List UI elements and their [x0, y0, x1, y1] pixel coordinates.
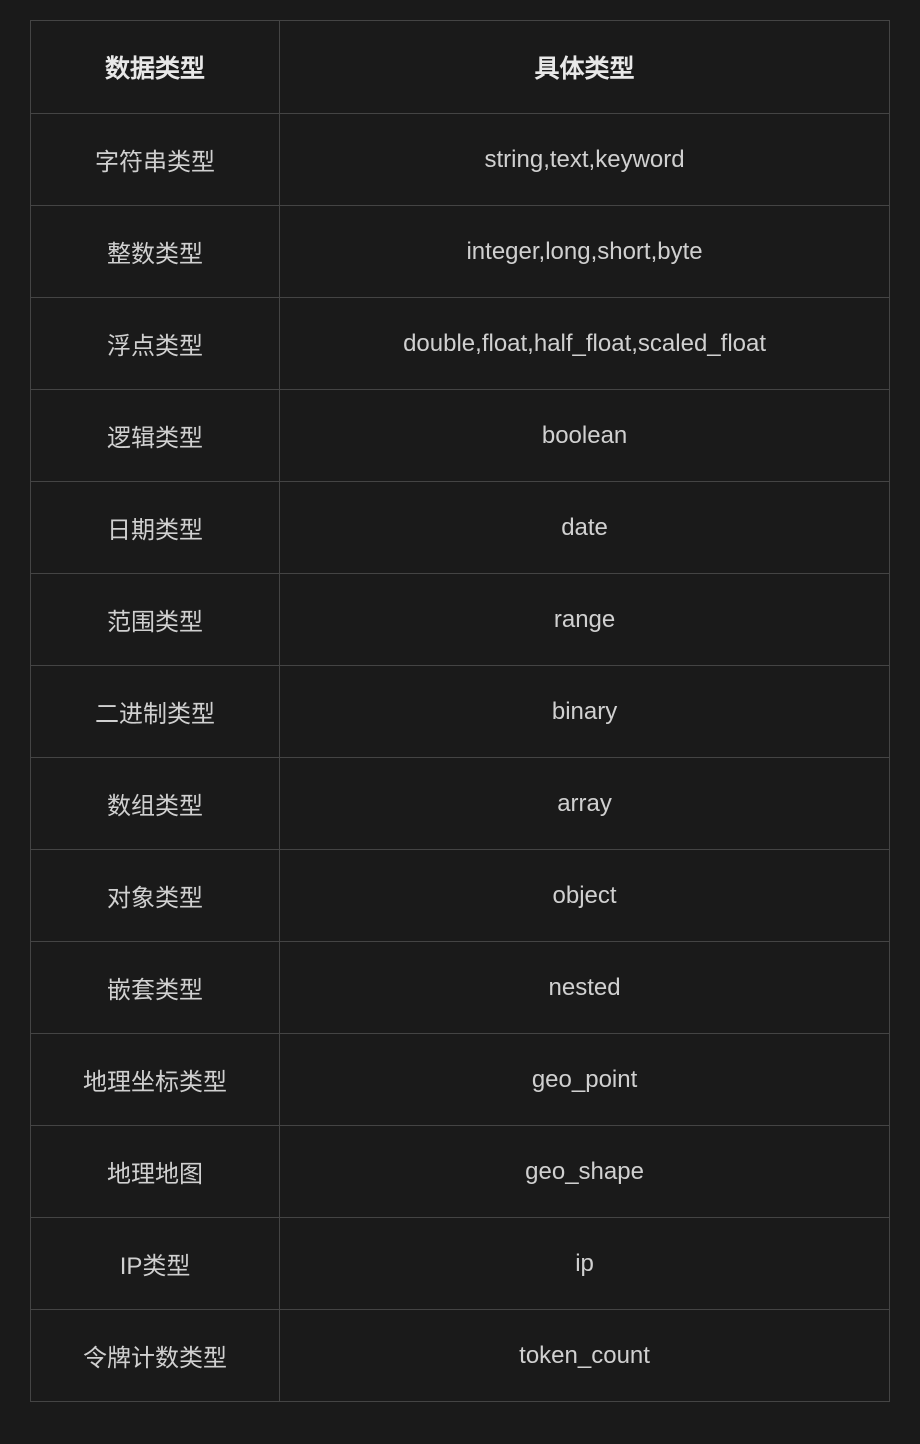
cell-types: integer,long,short,byte [280, 206, 890, 298]
data-types-table-container: 数据类型 具体类型 字符串类型 string,text,keyword 整数类型… [30, 20, 890, 1424]
cell-types: date [280, 482, 890, 574]
cell-types: array [280, 758, 890, 850]
cell-category: 嵌套类型 [31, 942, 280, 1034]
cell-types: binary [280, 666, 890, 758]
cell-types: token_count [280, 1310, 890, 1402]
table-row: IP类型 ip [31, 1218, 890, 1310]
header-data-type: 数据类型 [31, 21, 280, 114]
cell-category: 逻辑类型 [31, 390, 280, 482]
table-header: 数据类型 具体类型 [31, 21, 890, 114]
cell-types: object [280, 850, 890, 942]
cell-category: 数组类型 [31, 758, 280, 850]
table-row: 浮点类型 double,float,half_float,scaled_floa… [31, 298, 890, 390]
cell-category: 整数类型 [31, 206, 280, 298]
header-specific-type: 具体类型 [280, 21, 890, 114]
cell-types: range [280, 574, 890, 666]
table-row: 日期类型 date [31, 482, 890, 574]
cell-category: 地理坐标类型 [31, 1034, 280, 1126]
table-row: 嵌套类型 nested [31, 942, 890, 1034]
cell-types: geo_shape [280, 1126, 890, 1218]
table-header-row: 数据类型 具体类型 [31, 21, 890, 114]
cell-category: 字符串类型 [31, 114, 280, 206]
table-row: 整数类型 integer,long,short,byte [31, 206, 890, 298]
table-row: 二进制类型 binary [31, 666, 890, 758]
table-row: 逻辑类型 boolean [31, 390, 890, 482]
table-row: 对象类型 object [31, 850, 890, 942]
cell-types: geo_point [280, 1034, 890, 1126]
cell-types: boolean [280, 390, 890, 482]
cell-types: ip [280, 1218, 890, 1310]
data-types-table: 数据类型 具体类型 字符串类型 string,text,keyword 整数类型… [30, 20, 890, 1402]
cell-category: 浮点类型 [31, 298, 280, 390]
table-body: 字符串类型 string,text,keyword 整数类型 integer,l… [31, 114, 890, 1402]
cell-types: nested [280, 942, 890, 1034]
cell-types: double,float,half_float,scaled_float [280, 298, 890, 390]
cell-category: IP类型 [31, 1218, 280, 1310]
table-row: 字符串类型 string,text,keyword [31, 114, 890, 206]
cell-category: 令牌计数类型 [31, 1310, 280, 1402]
cell-category: 范围类型 [31, 574, 280, 666]
table-row: 数组类型 array [31, 758, 890, 850]
table-row: 地理地图 geo_shape [31, 1126, 890, 1218]
cell-category: 对象类型 [31, 850, 280, 942]
table-row: 令牌计数类型 token_count [31, 1310, 890, 1402]
cell-category: 地理地图 [31, 1126, 280, 1218]
cell-category: 二进制类型 [31, 666, 280, 758]
table-row: 范围类型 range [31, 574, 890, 666]
table-row: 地理坐标类型 geo_point [31, 1034, 890, 1126]
cell-types: string,text,keyword [280, 114, 890, 206]
cell-category: 日期类型 [31, 482, 280, 574]
